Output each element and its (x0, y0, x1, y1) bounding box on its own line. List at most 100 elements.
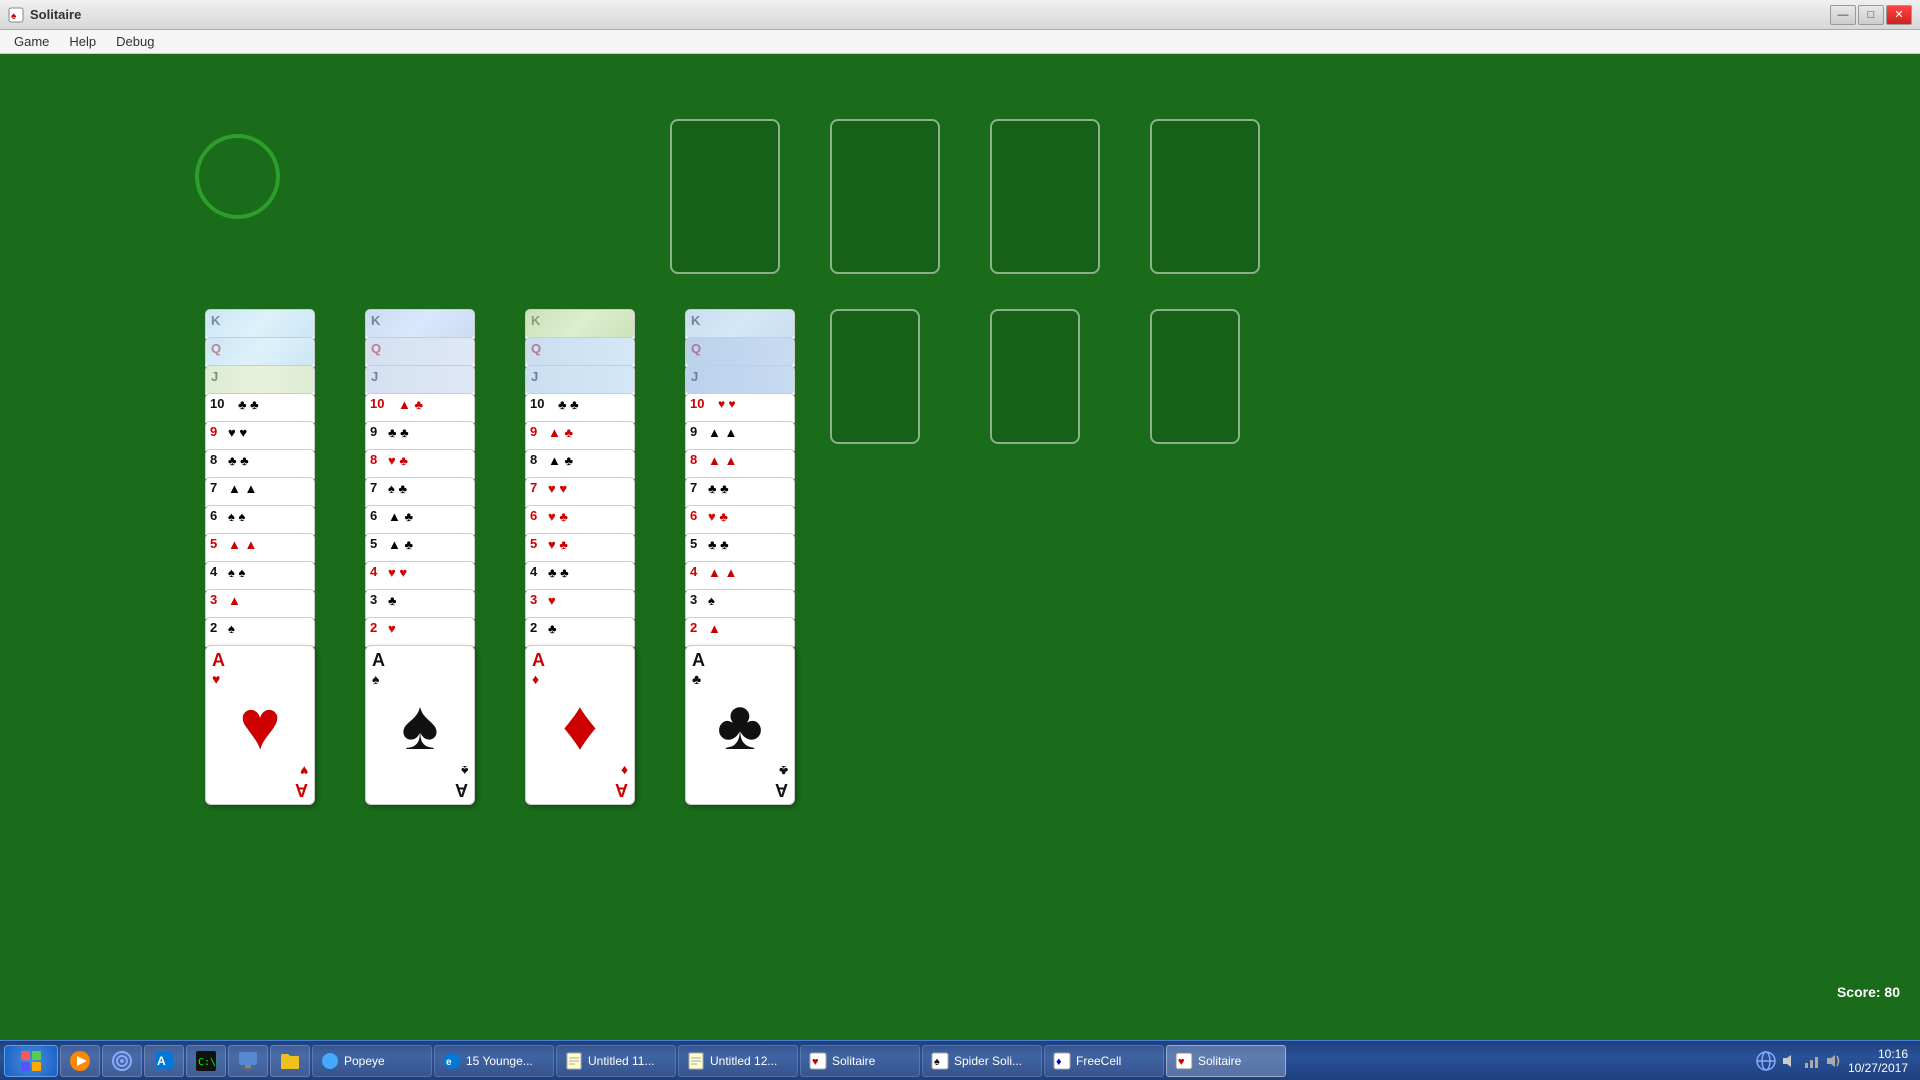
card-8-col2[interactable]: 8 ♥ ♣ (365, 449, 475, 479)
taskbar-app-untitled1[interactable]: Untitled 11... (556, 1045, 676, 1077)
taskbar-app-untitled2[interactable]: Untitled 12... (678, 1045, 798, 1077)
card-3-col3[interactable]: 3 ♥ (525, 589, 635, 619)
card-9-col3[interactable]: 9 ▲ ♣ (525, 421, 635, 451)
close-button[interactable]: ✕ (1886, 5, 1912, 25)
card-9-col4[interactable]: 9 ▲ ▲ (685, 421, 795, 451)
svg-text:C:\>: C:\> (198, 1057, 217, 1068)
taskbar-app-ie-label: 15 Younge... (466, 1054, 533, 1068)
card-J-col1-2[interactable]: J (205, 365, 315, 395)
taskbar-app-solitaire1[interactable]: ♥ Solitaire (800, 1045, 920, 1077)
taskbar-media-player[interactable] (60, 1045, 100, 1077)
foundation-slot-4[interactable] (1150, 119, 1260, 274)
foundation-slot-6[interactable] (990, 309, 1080, 444)
card-4-col2[interactable]: 4 ♥ ♥ (365, 561, 475, 591)
card-7-col2[interactable]: 7 ♠ ♣ (365, 477, 475, 507)
notepad-icon-1 (565, 1052, 583, 1070)
start-button[interactable] (4, 1045, 58, 1077)
window-title: Solitaire (30, 7, 81, 22)
taskbar-app-freecell[interactable]: ♦ FreeCell (1044, 1045, 1164, 1077)
taskbar-app-popeye[interactable]: Popeye (312, 1045, 432, 1077)
card-J-col4-2[interactable]: J (685, 365, 795, 395)
taskbar: A C:\> Popeye e 15 Younge... (0, 1040, 1920, 1080)
foundation-slot-3[interactable] (990, 119, 1100, 274)
windows-logo-icon (19, 1049, 43, 1073)
card-4-col1[interactable]: 4 ♠ ♠ (205, 561, 315, 591)
taskbar-app-solitaire2[interactable]: ♥ Solitaire (1166, 1045, 1286, 1077)
card-10-col1[interactable]: 10 ♣ ♣ (205, 393, 315, 423)
card-3-col2[interactable]: 3 ♣ (365, 589, 475, 619)
card-2-col2[interactable]: 2 ♥ (365, 617, 475, 647)
card-8-col3[interactable]: 8 ▲ ♣ (525, 449, 635, 479)
taskbar-spider-label: Spider Soli... (954, 1054, 1022, 1068)
taskbar-app-spider[interactable]: ♠ Spider Soli... (922, 1045, 1042, 1077)
card-9-col2[interactable]: 9 ♣ ♣ (365, 421, 475, 451)
taskbar-my-computer[interactable] (228, 1045, 268, 1077)
card-K-col4-0[interactable]: K (685, 309, 795, 339)
network-icon (111, 1050, 133, 1072)
card-2-col1[interactable]: 2 ♠ (205, 617, 315, 647)
card-7-col3[interactable]: 7 ♥ ♥ (525, 477, 635, 507)
card-ace-spades[interactable]: A ♠ ♠ A ♠ (365, 645, 475, 805)
card-10-col3[interactable]: 10 ♣ ♣ (525, 393, 635, 423)
card-6-col2[interactable]: 6 ▲ ♣ (365, 505, 475, 535)
card-8-col1[interactable]: 8 ♣ ♣ (205, 449, 315, 479)
card-3-col4[interactable]: 3 ♠ (685, 589, 795, 619)
taskbar-app-untitled2-label: Untitled 12... (710, 1054, 777, 1068)
solitaire-taskbar-icon-2: ♥ (1175, 1052, 1193, 1070)
clock-date: 10/27/2017 (1848, 1061, 1908, 1075)
card-J-col3-2[interactable]: J (525, 365, 635, 395)
card-6-col3[interactable]: 6 ♥ ♣ (525, 505, 635, 535)
card-K-col2-0[interactable]: K (365, 309, 475, 339)
card-K-col1-0[interactable]: K (205, 309, 315, 339)
taskbar-terminal[interactable]: C:\> (186, 1045, 226, 1077)
foundation-slot-5[interactable] (830, 309, 920, 444)
card-3-col1[interactable]: 3 ▲ (205, 589, 315, 619)
maximize-button[interactable]: □ (1858, 5, 1884, 25)
card-7-col1[interactable]: 7 ▲ ▲ (205, 477, 315, 507)
menu-debug[interactable]: Debug (108, 32, 162, 51)
notepad-icon-2 (687, 1052, 705, 1070)
card-4-col3[interactable]: 4 ♣ ♣ (525, 561, 635, 591)
card-6-col1[interactable]: 6 ♠ ♠ (205, 505, 315, 535)
card-5-col1[interactable]: 5 ▲ ▲ (205, 533, 315, 563)
menu-game[interactable]: Game (6, 32, 57, 51)
taskbar-folder[interactable] (270, 1045, 310, 1077)
foundation-slot-2[interactable] (830, 119, 940, 274)
card-8-col4[interactable]: 8 ▲ ▲ (685, 449, 795, 479)
card-K-col3-0[interactable]: K (525, 309, 635, 339)
card-Q-col1-1[interactable]: Q (205, 337, 315, 367)
card-5-col2[interactable]: 5 ▲ ♣ (365, 533, 475, 563)
minimize-button[interactable]: — (1830, 5, 1856, 25)
card-2-col3[interactable]: 2 ♣ (525, 617, 635, 647)
foundation-slot-7[interactable] (1150, 309, 1240, 444)
card-Q-col2-1[interactable]: Q (365, 337, 475, 367)
taskbar-freecell-label: FreeCell (1076, 1054, 1121, 1068)
card-10-col4[interactable]: 10 ♥ ♥ (685, 393, 795, 423)
card-6-col4[interactable]: 6 ♥ ♣ (685, 505, 795, 535)
title-left: ♠ Solitaire (8, 7, 81, 23)
card-2-col4[interactable]: 2 ▲ (685, 617, 795, 647)
card-9-col1[interactable]: 9 ♥ ♥ (205, 421, 315, 451)
taskbar-app-store[interactable]: A (144, 1045, 184, 1077)
card-ace-hearts[interactable]: A ♥ ♥ A ♥ (205, 645, 315, 805)
system-tray: 10:16 10/27/2017 (1748, 1047, 1916, 1075)
system-clock[interactable]: 10:16 10/27/2017 (1848, 1047, 1908, 1075)
card-5-col4[interactable]: 5 ♣ ♣ (685, 533, 795, 563)
menu-help[interactable]: Help (61, 32, 104, 51)
play-icon (69, 1050, 91, 1072)
card-ace-clubs[interactable]: A ♣ ♣ A ♣ (685, 645, 795, 805)
computer-icon (237, 1050, 259, 1072)
taskbar-network[interactable] (102, 1045, 142, 1077)
card-J-col2-2[interactable]: J (365, 365, 475, 395)
card-Q-col3-1[interactable]: Q (525, 337, 635, 367)
foundation-slot-1[interactable] (670, 119, 780, 274)
card-5-col3[interactable]: 5 ♥ ♣ (525, 533, 635, 563)
folder-icon (279, 1050, 301, 1072)
card-ace-diamonds[interactable]: A ♦ ♦ A ♦ (525, 645, 635, 805)
card-7-col4[interactable]: 7 ♣ ♣ (685, 477, 795, 507)
taskbar-app-ie[interactable]: e 15 Younge... (434, 1045, 554, 1077)
card-Q-col4-1[interactable]: Q (685, 337, 795, 367)
card-4-col4[interactable]: 4 ▲ ▲ (685, 561, 795, 591)
card-10-col2[interactable]: 10 ▲ ♣ (365, 393, 475, 423)
deck-pile[interactable] (195, 134, 280, 219)
